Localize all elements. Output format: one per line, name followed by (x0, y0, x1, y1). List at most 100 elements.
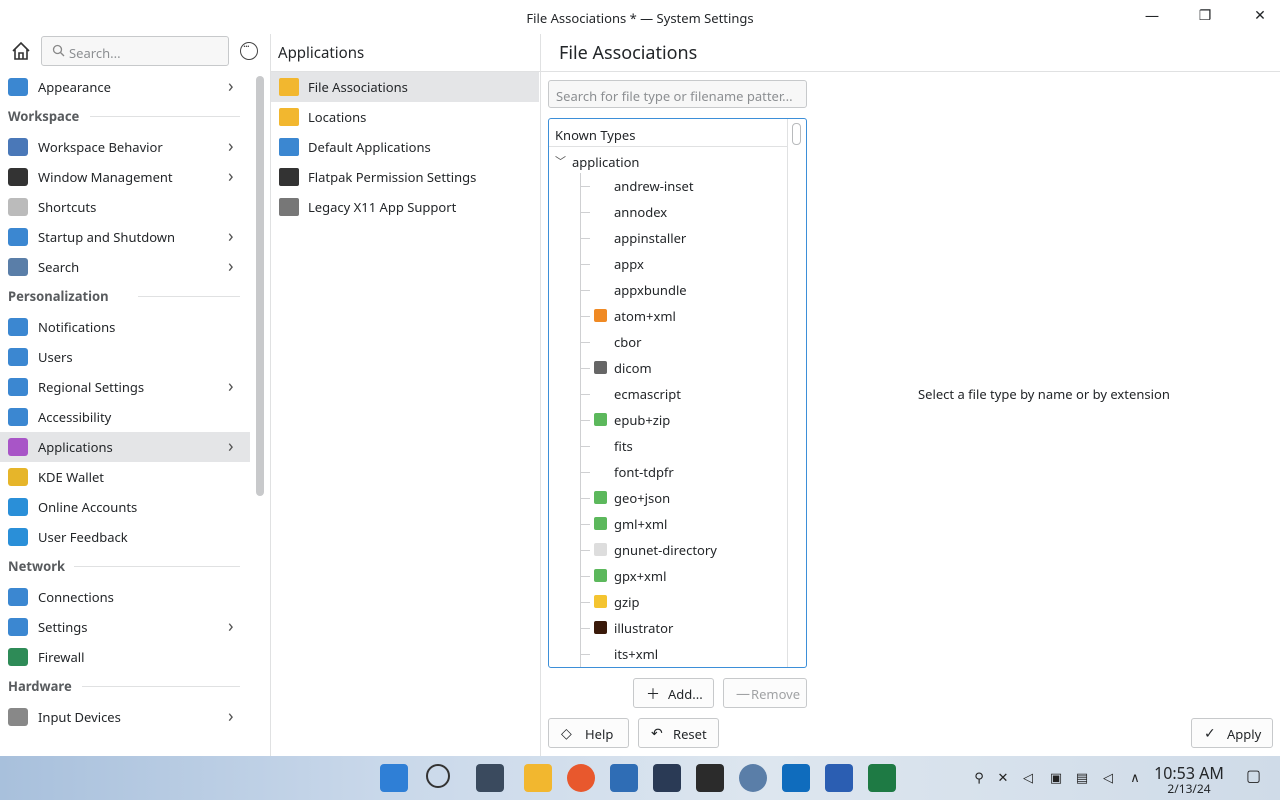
user-icon[interactable]: ⚲ (972, 770, 986, 784)
applications-item-locations[interactable]: Locations (271, 102, 539, 132)
close-icon[interactable]: ✕ (1250, 6, 1270, 26)
file-type-search-input[interactable]: Search for file type or filename patter.… (548, 80, 807, 108)
tree-branch-line (580, 576, 590, 577)
sidebar-item-kde-wallet[interactable]: KDE Wallet (0, 462, 250, 492)
photos-icon[interactable] (653, 764, 681, 792)
tree-item[interactable]: andrew-inset (549, 173, 787, 199)
sidebar-search-input[interactable]: Search... (41, 36, 229, 66)
sidebar-item-firewall[interactable]: Firewall (0, 642, 250, 672)
tree-branch-line (580, 550, 590, 551)
sidebar-item-user-feedback[interactable]: User Feedback (0, 522, 250, 552)
tree-item[interactable]: geo+json (549, 485, 787, 511)
tree-item[interactable]: gzip (549, 589, 787, 615)
sidebar-item-applications[interactable]: Applications › (0, 432, 250, 462)
clipboard-icon[interactable]: ▤ (1075, 770, 1089, 784)
help-button-label: Help (585, 725, 614, 743)
firefox-icon[interactable] (567, 764, 595, 792)
tree-item[interactable]: gpx+xml (549, 563, 787, 589)
tree-root-application[interactable]: ﹀ application (549, 149, 787, 173)
sidebar-item-workspace-behavior[interactable]: Workspace Behavior › (0, 132, 250, 162)
sidebar-item-window-management[interactable]: Window Management › (0, 162, 250, 192)
wallet-icon (8, 468, 28, 486)
tree-item[interactable]: atom+xml (549, 303, 787, 329)
chevron-right-icon: › (228, 164, 234, 188)
tree-item[interactable]: epub+zip (549, 407, 787, 433)
clock[interactable]: 10:53 AM 2/13/24 (1146, 764, 1232, 796)
tree-item-label: appx (614, 255, 644, 273)
outlook-icon[interactable] (782, 764, 810, 792)
applications-item-file-associations[interactable]: File Associations (271, 72, 539, 102)
tree-item[interactable]: appinstaller (549, 225, 787, 251)
notifications-icon[interactable]: ▢ (1246, 767, 1261, 783)
connections-icon (8, 588, 28, 606)
sidebar-item-notifications[interactable]: Notifications (0, 312, 250, 342)
tree-item[interactable]: gml+xml (549, 511, 787, 537)
terminal-icon[interactable] (696, 764, 724, 792)
tree-item[interactable]: cbor (549, 329, 787, 355)
applications-item-flatpak-permission-settings[interactable]: Flatpak Permission Settings (271, 162, 539, 192)
file-type-search-placeholder: Search for file type or filename patter.… (556, 87, 793, 105)
mute-icon[interactable]: ✕ (996, 770, 1010, 784)
word-icon[interactable] (825, 764, 853, 792)
tree-item[interactable]: font-tdpfr (549, 459, 787, 485)
app-icon[interactable] (610, 764, 638, 792)
sidebar-item-users[interactable]: Users (0, 342, 250, 372)
tree-item[interactable]: gnunet-directory (549, 537, 787, 563)
selection-hint: Select a file type by name or by extensi… (918, 385, 1170, 403)
speaker-muted-icon[interactable]: ◁ (1021, 770, 1035, 784)
network-icon[interactable]: ▣ (1049, 770, 1063, 784)
sidebar-section-header: Personalization (8, 287, 109, 305)
search-icon[interactable] (426, 764, 450, 788)
tree-item[interactable]: its+xml (549, 641, 787, 667)
tree-item[interactable]: appx (549, 251, 787, 277)
minimize-icon[interactable]: — (1142, 6, 1162, 26)
sidebar-item-regional-settings[interactable]: Regional Settings › (0, 372, 250, 402)
task-view-icon[interactable] (476, 764, 504, 792)
search-icon (8, 258, 28, 276)
start-menu-icon[interactable] (380, 764, 408, 792)
tree-item[interactable]: ecmascript (549, 381, 787, 407)
sidebar-item-online-accounts[interactable]: Online Accounts (0, 492, 250, 522)
tree-scrollbar[interactable] (787, 119, 806, 667)
sidebar-item-input-devices[interactable]: Input Devices › (0, 702, 250, 732)
apply-button[interactable]: ✓ Apply (1191, 718, 1273, 748)
tree-item[interactable]: annodex (549, 199, 787, 225)
chevron-down-icon[interactable]: ﹀ (555, 153, 566, 169)
tree-item-label: atom+xml (614, 307, 676, 325)
remote-desktop-icon[interactable] (739, 764, 767, 792)
sidebar-item-search[interactable]: Search › (0, 252, 250, 282)
accessibility-icon (8, 408, 28, 426)
scrollbar-thumb[interactable] (792, 123, 801, 145)
known-types-tree[interactable]: Known Types ﹀ application andrew-inset an… (548, 118, 807, 668)
tree-item[interactable]: fits (549, 433, 787, 459)
applications-item-default-applications[interactable]: Default Applications (271, 132, 539, 162)
sidebar-section-header: Network (8, 557, 66, 575)
sidebar-item-label: Workspace Behavior (38, 138, 163, 156)
chevron-up-icon[interactable]: ∧ (1128, 770, 1142, 784)
tree-branch-line (580, 316, 590, 317)
hamburger-menu-icon[interactable] (240, 39, 258, 60)
reset-button[interactable]: ↶ Reset (638, 718, 719, 748)
tree-branch-line (580, 290, 590, 291)
remove-button[interactable]: — Remove (723, 678, 807, 708)
applications-item-legacy-x11-app-support[interactable]: Legacy X11 App Support (271, 192, 539, 222)
sidebar-item-startup-and-shutdown[interactable]: Startup and Shutdown › (0, 222, 250, 252)
search-placeholder: Search... (69, 44, 121, 62)
sidebar-scrollbar[interactable] (256, 76, 264, 496)
sidebar-item-settings[interactable]: Settings › (0, 612, 250, 642)
excel-icon[interactable] (868, 764, 896, 792)
sidebar-item-connections[interactable]: Connections (0, 582, 250, 612)
mimetype-icon (594, 517, 607, 530)
tree-item[interactable]: dicom (549, 355, 787, 381)
tree-item[interactable]: appxbundle (549, 277, 787, 303)
maximize-icon[interactable]: ❐ (1195, 6, 1215, 26)
home-icon[interactable] (10, 40, 32, 62)
tree-item[interactable]: illustrator (549, 615, 787, 641)
help-button[interactable]: ◇ Help (548, 718, 629, 748)
add-button[interactable]: ＋ Add... (633, 678, 714, 708)
sidebar-item-accessibility[interactable]: Accessibility (0, 402, 250, 432)
sidebar-item-appearance[interactable]: Appearance › (0, 72, 250, 102)
sidebar-item-shortcuts[interactable]: Shortcuts (0, 192, 250, 222)
volume-icon[interactable]: ◁ (1101, 770, 1115, 784)
file-explorer-icon[interactable] (524, 764, 552, 792)
